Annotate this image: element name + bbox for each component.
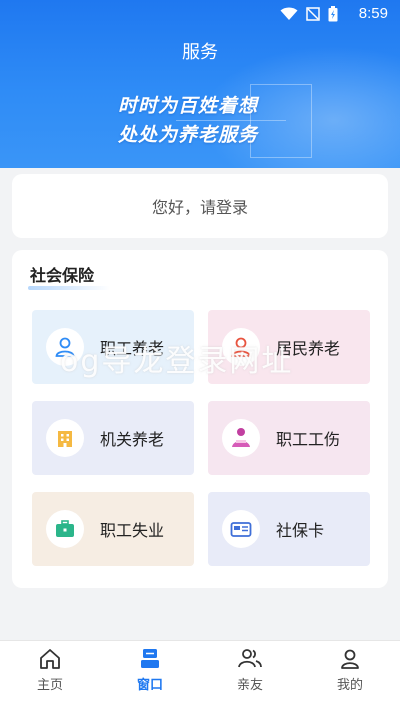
nav-label: 主页 (36, 678, 63, 693)
battery-charging-icon (328, 6, 338, 22)
nav-label: 窗口 (136, 678, 163, 693)
signal-off-icon (306, 7, 320, 21)
nav-item-family[interactable]: 亲友 (200, 641, 300, 710)
tile-label: 居民养老 (276, 339, 341, 358)
person-icon (222, 328, 260, 366)
nav-item-me[interactable]: 我的 (300, 641, 400, 710)
bottom-nav: 主页 窗口 亲友 我的 (0, 640, 400, 710)
section-title-underline (28, 286, 110, 290)
nav-item-window[interactable]: 窗口 (100, 641, 200, 710)
home-icon (40, 649, 60, 669)
window-icon (141, 649, 159, 668)
people-icon (238, 649, 262, 668)
wifi-icon (280, 7, 298, 20)
slogan-line-2: 处处为养老服务 (118, 124, 259, 146)
card-icon (222, 510, 260, 548)
header-banner: 8:59 服务 时时为百姓着想 处处为养老服务 (0, 0, 400, 168)
nav-item-home[interactable]: 主页 (0, 641, 100, 710)
page-title: 服务 (182, 42, 218, 63)
slogan-line-1: 时时为百姓着想 (118, 95, 259, 117)
nav-label: 亲友 (236, 678, 263, 693)
tile-unemployment[interactable]: 职工失业 (32, 492, 194, 566)
banner-decoration (250, 84, 312, 158)
tile-label: 职工养老 (100, 339, 165, 358)
banner-slogan: 时时为百姓着想 处处为养老服务 (118, 92, 258, 150)
status-time: 8:59 (358, 5, 388, 22)
user-icon (341, 649, 359, 669)
social-insurance-section: 社会保险 职工养老 居民养老 机关养老 职工工伤 职工失业 社保卡 (12, 250, 388, 588)
tile-employee-pension[interactable]: 职工养老 (32, 310, 194, 384)
person-icon (46, 328, 84, 366)
tile-label: 职工失业 (100, 521, 165, 540)
tile-government-pension[interactable]: 机关养老 (32, 401, 194, 475)
tile-label: 机关养老 (100, 430, 165, 449)
building-icon (46, 419, 84, 457)
tile-work-injury[interactable]: 职工工伤 (208, 401, 370, 475)
tile-label: 职工工伤 (276, 430, 341, 449)
nav-label: 我的 (336, 678, 363, 693)
tile-resident-pension[interactable]: 居民养老 (208, 310, 370, 384)
login-prompt: 您好，请登录 (151, 198, 248, 217)
injured-worker-icon (222, 419, 260, 457)
section-title: 社会保险 (30, 266, 95, 285)
tile-label: 社保卡 (276, 521, 325, 540)
status-bar: 8:59 (0, 0, 400, 28)
tile-social-security-card[interactable]: 社保卡 (208, 492, 370, 566)
login-card[interactable]: 您好，请登录 (12, 174, 388, 238)
briefcase-icon (46, 510, 84, 548)
